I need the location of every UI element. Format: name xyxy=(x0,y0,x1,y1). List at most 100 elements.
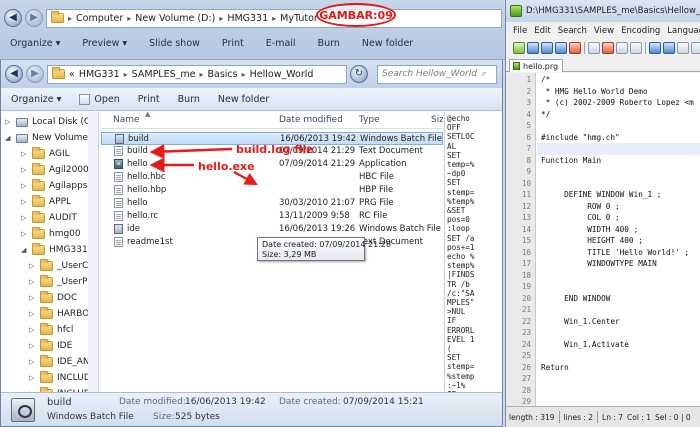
find-icon[interactable] xyxy=(677,42,689,54)
open-file-icon[interactable] xyxy=(527,42,539,54)
menu-item[interactable]: File xyxy=(513,26,527,39)
preview-pane: @echo OFF SETLOC AL SET temp=% ~dp0 SET stemp= %t… xyxy=(444,112,502,392)
expand-arrow-icon[interactable]: ▷ xyxy=(21,166,28,174)
organize-button[interactable]: Organize ▾ xyxy=(10,38,60,49)
tree-item[interactable]: ◢ HMG331 xyxy=(21,242,88,258)
column-header-date[interactable]: Date modified xyxy=(279,115,343,125)
menu-item[interactable]: Language xyxy=(667,26,700,39)
breadcrumb-hellow-world[interactable]: Hellow_World xyxy=(250,69,314,80)
line-number: 25 xyxy=(521,351,531,360)
expand-arrow-icon[interactable]: ▷ xyxy=(29,310,36,318)
tree-item[interactable]: ▷ Agilapps xyxy=(21,178,88,194)
file-row[interactable]: ide 16/06/2013 19:26 Windows Batch File xyxy=(101,223,443,236)
file-row[interactable]: hello.hbp HBP File xyxy=(101,184,443,197)
breadcrumb-mytutor[interactable]: MyTutor xyxy=(280,13,318,24)
tree-item[interactable]: ▷ IDE xyxy=(29,338,72,354)
burn-button[interactable]: Burn xyxy=(178,94,200,105)
expand-arrow-icon[interactable]: ▷ xyxy=(21,214,28,222)
save-icon[interactable] xyxy=(541,42,553,54)
print-icon[interactable] xyxy=(588,42,600,54)
print-button[interactable]: Print xyxy=(222,38,244,49)
expand-arrow-icon[interactable]: ▷ xyxy=(29,374,36,382)
close-file-icon[interactable] xyxy=(569,42,581,54)
tree-item[interactable]: ▷ INCLUDE xyxy=(29,370,96,386)
print-button[interactable]: Print xyxy=(138,94,160,105)
forward-arrow-icon[interactable]: ▶ xyxy=(26,65,44,83)
save-all-icon[interactable] xyxy=(555,42,567,54)
tree-item[interactable]: ▷ hmg00 xyxy=(21,226,81,242)
tree-item[interactable]: ▷ APPL xyxy=(21,194,71,210)
email-button[interactable]: E-mail xyxy=(266,38,296,49)
column-header-type[interactable]: Type xyxy=(359,115,380,125)
file-row[interactable]: hello 07/09/2014 21:29 Application xyxy=(101,158,443,171)
copy-icon[interactable] xyxy=(616,42,628,54)
file-type: Windows Batch File xyxy=(360,134,443,144)
new-folder-button[interactable]: New folder xyxy=(218,94,269,105)
refresh-icon[interactable]: ↻ xyxy=(350,65,368,83)
file-row[interactable]: hello 30/03/2010 21:07 PRG File xyxy=(101,197,443,210)
expand-arrow-icon[interactable]: ▷ xyxy=(29,358,36,366)
menu-item[interactable]: Encoding xyxy=(621,26,660,39)
scrollbar[interactable] xyxy=(88,112,98,392)
expand-arrow-icon[interactable]: ◢ xyxy=(21,246,28,254)
file-row[interactable]: hello.hbc HBC File xyxy=(101,171,443,184)
forward-arrow-icon[interactable]: ▶ xyxy=(25,9,43,27)
new-file-icon[interactable] xyxy=(513,42,525,54)
new-folder-button[interactable]: New folder xyxy=(362,38,413,49)
cut-icon[interactable] xyxy=(602,42,614,54)
organize-button[interactable]: Organize ▾ xyxy=(11,94,61,105)
expand-arrow-icon[interactable]: ▷ xyxy=(21,230,28,238)
build-log-annotation: build.log file xyxy=(236,143,314,156)
tree-item[interactable]: ▷ Agil2000 xyxy=(21,162,89,178)
breadcrumb-hmg331[interactable]: HMG331 xyxy=(227,13,268,24)
expand-arrow-icon[interactable]: ▷ xyxy=(21,182,28,190)
column-header-name[interactable]: Name xyxy=(113,115,140,125)
replace-icon[interactable] xyxy=(691,42,700,54)
back-address-bar[interactable]: ▸ Computer ▸ New Volume (D:) ▸ HMG331 ▸ … xyxy=(46,8,502,28)
breadcrumb-overflow[interactable]: « xyxy=(69,69,75,80)
paste-icon[interactable] xyxy=(630,42,642,54)
expand-arrow-icon[interactable]: ▷ xyxy=(29,326,36,334)
breadcrumb-hmg331[interactable]: HMG331 xyxy=(79,69,120,80)
breadcrumb-basics[interactable]: Basics xyxy=(208,69,238,80)
back-arrow-icon[interactable]: ◀ xyxy=(5,65,23,83)
details-size-value: 525 bytes xyxy=(175,412,220,422)
open-button[interactable]: Open xyxy=(79,93,120,105)
file-row[interactable]: hello.rc 13/11/2009 9:58 RC File xyxy=(101,210,443,223)
breadcrumb-new-volume[interactable]: New Volume (D:) xyxy=(135,13,215,24)
menu-item[interactable]: Search xyxy=(558,26,587,39)
expand-arrow-icon[interactable]: ▷ xyxy=(5,118,12,126)
menu-item[interactable]: View xyxy=(594,26,614,39)
code-line: */ xyxy=(541,109,551,119)
front-navigation-bar: ◀ ▶ « HMG331 ▸ SAMPLES_me ▸ Basics ▸ Hel… xyxy=(1,60,502,88)
breadcrumb-samples[interactable]: SAMPLES_me xyxy=(132,69,196,80)
code-editor[interactable]: 1 2 3 4 5 6 7 8 9 10 11 12 13 14 15 16 17 18 19 20 21 22 23 24 2… xyxy=(506,73,700,406)
expand-arrow-icon[interactable]: ▷ xyxy=(29,294,36,302)
expand-arrow-icon[interactable]: ▷ xyxy=(29,278,36,286)
expand-arrow-icon[interactable]: ▷ xyxy=(29,342,36,350)
slide-show-button[interactable]: Slide show xyxy=(149,38,200,49)
expand-arrow-icon[interactable]: ▷ xyxy=(21,198,28,206)
menu-item[interactable]: Edit xyxy=(534,26,550,39)
breadcrumb-computer[interactable]: Computer xyxy=(76,13,123,24)
tree-item[interactable]: ◢New Volume (D:) xyxy=(5,130,98,146)
tree-item[interactable]: ▷ AGIL xyxy=(21,146,70,162)
preview-button[interactable]: Preview ▾ xyxy=(82,38,127,49)
undo-icon[interactable] xyxy=(649,42,661,54)
folder-icon xyxy=(32,163,45,175)
search-input[interactable]: Search Hellow_World ⌕ xyxy=(377,64,497,84)
tab-hello-prg[interactable]: hello.prg xyxy=(509,59,564,72)
expand-arrow-icon[interactable]: ◢ xyxy=(5,134,12,142)
tree-item[interactable]: ▷ hfcl xyxy=(29,322,73,338)
preview-line: IF xyxy=(447,316,457,326)
expand-arrow-icon[interactable]: ▷ xyxy=(21,150,28,158)
front-address-bar[interactable]: « HMG331 ▸ SAMPLES_me ▸ Basics ▸ Hellow_… xyxy=(47,64,347,84)
tree-item[interactable]: ▷ AUDIT xyxy=(21,210,77,226)
expand-arrow-icon[interactable]: ▷ xyxy=(29,262,36,270)
back-arrow-icon[interactable]: ◀ xyxy=(4,9,22,27)
burn-button[interactable]: Burn xyxy=(318,38,340,49)
tree-item[interactable]: ▷ Local Disk (C:) xyxy=(5,114,97,130)
tree-item[interactable]: ▷ DOC xyxy=(29,290,77,306)
redo-icon[interactable] xyxy=(663,42,675,54)
column-header-size[interactable]: Size xyxy=(431,115,443,125)
